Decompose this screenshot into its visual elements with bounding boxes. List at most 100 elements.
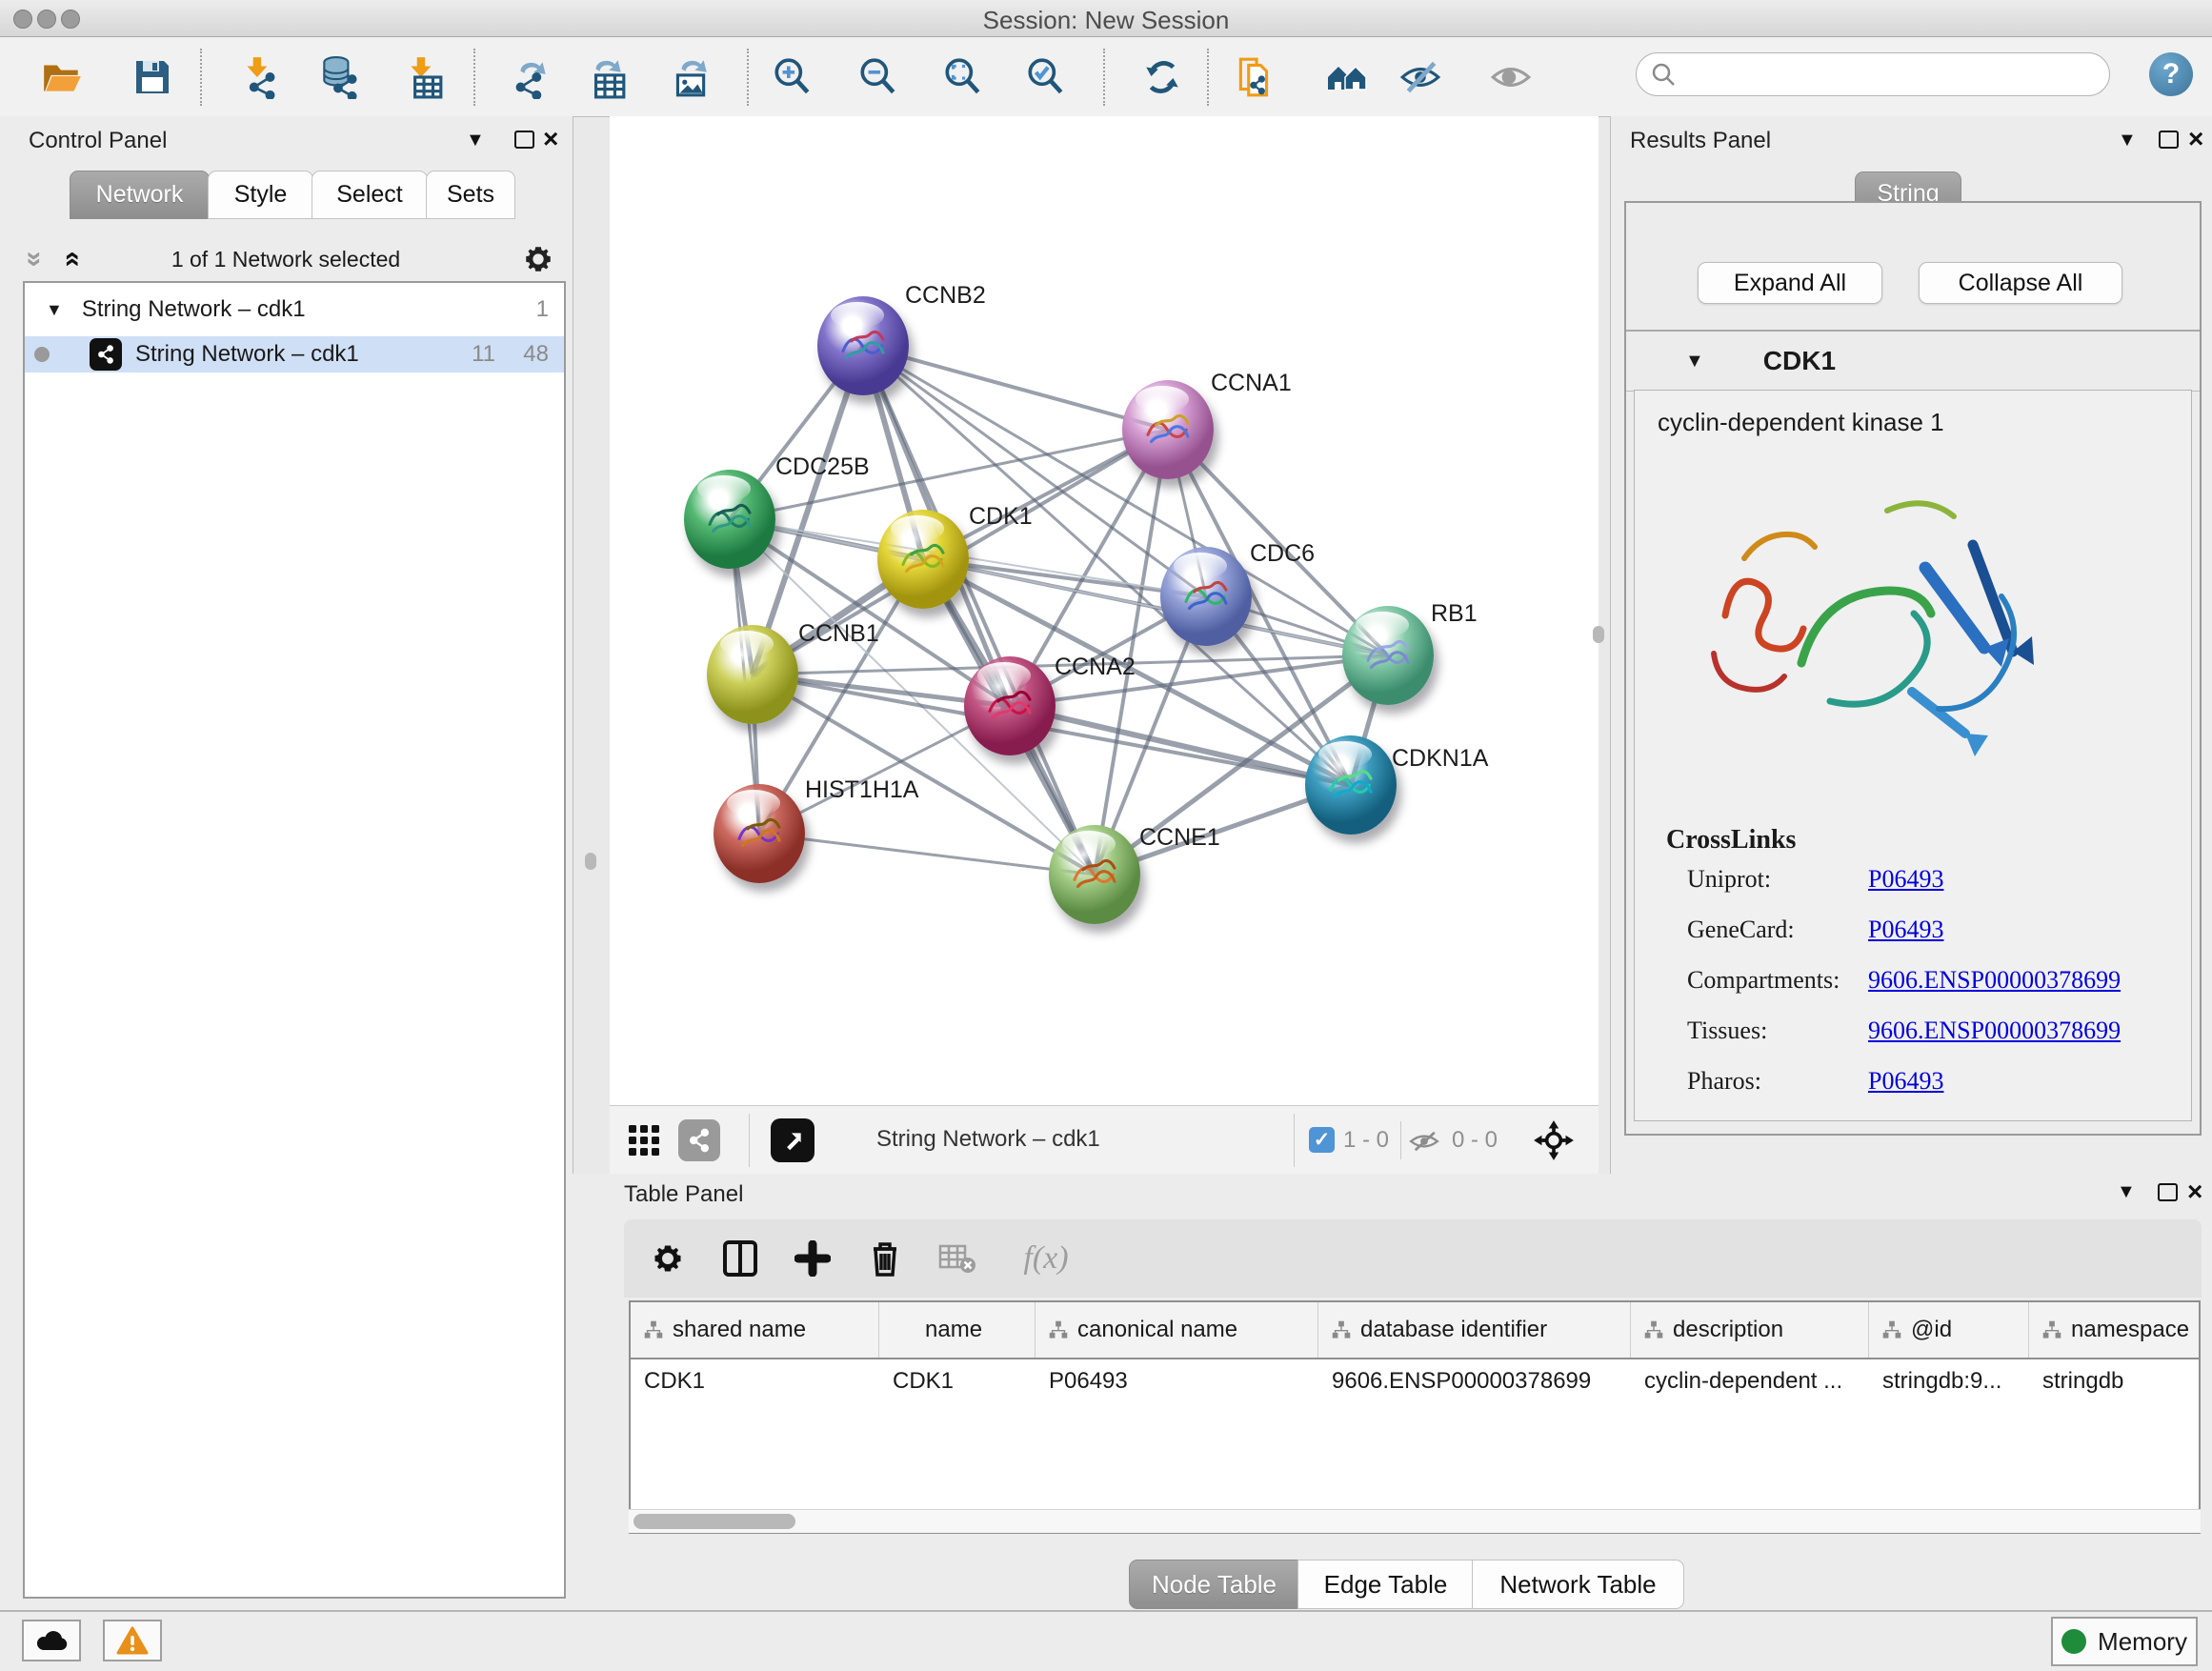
tab-node-table[interactable]: Node Table [1129, 1560, 1299, 1609]
refresh-button[interactable] [1139, 54, 1185, 100]
network-node-cdc6[interactable] [1160, 547, 1252, 646]
import-table-button[interactable] [400, 54, 446, 100]
zoom-out-icon [856, 55, 900, 99]
cloud-button[interactable] [22, 1620, 81, 1661]
collection-disclosure-icon[interactable]: ▼ [46, 300, 63, 320]
collapse-all-button[interactable]: Collapse All [1919, 262, 2122, 304]
panel-menu-caret-icon[interactable]: ▼ [466, 130, 485, 151]
network-node-cdk1[interactable] [877, 510, 969, 609]
external-arrow-icon [771, 1118, 814, 1162]
search-input[interactable] [1677, 60, 2109, 89]
crosslink-link[interactable]: 9606.ENSP00000378699 [1868, 1017, 2121, 1044]
network-edge-count: 48 [523, 341, 549, 368]
panel-float-icon[interactable] [2158, 1183, 2178, 1201]
help-button[interactable]: ? [2149, 52, 2193, 96]
network-options-gear-icon[interactable] [522, 243, 554, 275]
save-session-button[interactable] [130, 54, 175, 100]
network-node-ccna2[interactable] [964, 656, 1056, 755]
add-column-button[interactable] [790, 1236, 835, 1281]
protein-details: cyclin-dependent kinase 1 [1634, 390, 2192, 1121]
panel-close-icon[interactable]: × [2187, 1178, 2202, 1205]
zoom-selected-button[interactable] [1023, 54, 1069, 100]
export-network-button[interactable] [508, 54, 553, 100]
tab-network-table[interactable]: Network Table [1472, 1560, 1684, 1609]
network-node-ccnb2[interactable] [817, 296, 909, 395]
splitter-handle[interactable] [1593, 626, 1604, 643]
birdseye-view-button[interactable] [770, 1117, 815, 1163]
network-collection-row[interactable]: ▼ String Network – cdk1 1 [25, 292, 564, 328]
crosslink-link[interactable]: P06493 [1868, 916, 1943, 943]
export-table-button[interactable] [583, 54, 629, 100]
clone-network-button[interactable] [1232, 54, 1277, 100]
home-button[interactable] [1324, 54, 1370, 100]
delete-table-button[interactable] [935, 1236, 980, 1281]
section-disclosure-icon[interactable]: ▼ [1685, 351, 1704, 372]
network-row[interactable]: String Network – cdk1 11 48 [25, 336, 564, 372]
current-network-name: String Network – cdk1 [876, 1126, 1100, 1153]
expand-all-networks-icon[interactable]: » [20, 252, 49, 268]
network-edge[interactable] [759, 834, 1095, 875]
grid-view-button[interactable] [621, 1117, 667, 1163]
panel-close-icon[interactable]: × [543, 126, 558, 152]
table-cell[interactable]: 9606.ENSP00000378699 [1318, 1358, 1631, 1405]
warnings-button[interactable] [103, 1620, 162, 1661]
tab-network[interactable]: Network [70, 171, 210, 219]
table-cell[interactable]: CDK1 [631, 1358, 879, 1405]
panel-menu-caret-icon[interactable]: ▼ [2118, 130, 2137, 151]
tab-edge-table[interactable]: Edge Table [1297, 1560, 1474, 1609]
function-builder-button[interactable]: f(x) [1003, 1236, 1089, 1281]
panel-float-icon[interactable] [514, 131, 534, 149]
panel-menu-caret-icon[interactable]: ▼ [2117, 1181, 2136, 1203]
network-node-hist1h1a[interactable] [714, 784, 805, 883]
import-database-button[interactable] [316, 54, 362, 100]
crosslink-label: Compartments: [1687, 966, 1840, 994]
network-node-ccne1[interactable] [1049, 825, 1140, 924]
expand-all-button[interactable]: Expand All [1698, 262, 1882, 304]
hide-selected-button[interactable] [1398, 54, 1443, 100]
collapse-all-networks-icon[interactable]: » [56, 252, 85, 268]
network-view-toolbar: String Network – cdk1 ✓ 1 - 0 0 - 0 [610, 1105, 1599, 1176]
tab-select[interactable]: Select [312, 171, 428, 219]
protein-section-header[interactable]: ▼ CDK1 [1626, 330, 2200, 392]
protein-name: CDK1 [1763, 346, 1836, 376]
panel-float-icon[interactable] [2159, 131, 2179, 149]
table-horizontal-scrollbar[interactable] [629, 1509, 2201, 1533]
zoom-fit-button[interactable] [940, 54, 986, 100]
splitter-handle[interactable] [585, 853, 596, 870]
network-node-rb1[interactable] [1342, 606, 1434, 705]
panel-close-icon[interactable]: × [2188, 126, 2203, 152]
fit-crosshair-icon[interactable] [1532, 1118, 1576, 1162]
selected-nodes-checkbox[interactable]: ✓ [1309, 1127, 1335, 1153]
network-node-cdkn1a[interactable] [1305, 735, 1397, 835]
table-cell[interactable]: cyclin-dependent ... [1631, 1358, 1869, 1405]
export-image-button[interactable] [667, 54, 713, 100]
network-node-count: 11 [472, 341, 495, 368]
show-all-button[interactable] [1488, 54, 1534, 100]
open-session-button[interactable] [39, 54, 85, 100]
table-cell[interactable]: stringdb [2029, 1358, 2201, 1405]
import-network-button[interactable] [236, 54, 282, 100]
tab-style[interactable]: Style [208, 171, 313, 219]
scrollbar-thumb[interactable] [633, 1514, 795, 1529]
network-canvas[interactable]: CCNB2CCNA1CDC25BCDK1CDC6RB1CCNB1CCNA2CDK… [610, 116, 1599, 1105]
table-cell[interactable]: CDK1 [879, 1358, 1036, 1405]
zoom-out-button[interactable] [855, 54, 901, 100]
zoom-in-button[interactable] [770, 54, 815, 100]
table-options-button[interactable] [645, 1236, 691, 1281]
network-node-ccnb1[interactable] [707, 625, 798, 724]
table-cell[interactable]: stringdb:9... [1869, 1358, 2029, 1405]
crosslink-link[interactable]: P06493 [1868, 1067, 1943, 1095]
network-node-cdc25b[interactable] [684, 470, 775, 569]
network-node-ccna1[interactable] [1122, 380, 1214, 479]
show-columns-button[interactable] [717, 1236, 763, 1281]
hidden-eye-icon[interactable] [1408, 1125, 1440, 1158]
node-label-cdc6: CDC6 [1250, 540, 1315, 568]
network-view-type-button[interactable] [676, 1117, 722, 1163]
delete-column-button[interactable] [862, 1236, 908, 1281]
table-cell[interactable]: P06493 [1036, 1358, 1318, 1405]
tab-sets[interactable]: Sets [426, 171, 515, 219]
memory-button[interactable]: Memory [2051, 1617, 2198, 1666]
network-selection-row: » » 1 of 1 Network selected [0, 243, 573, 281]
crosslink-link[interactable]: P06493 [1868, 865, 1943, 893]
crosslink-link[interactable]: 9606.ENSP00000378699 [1868, 966, 2121, 994]
